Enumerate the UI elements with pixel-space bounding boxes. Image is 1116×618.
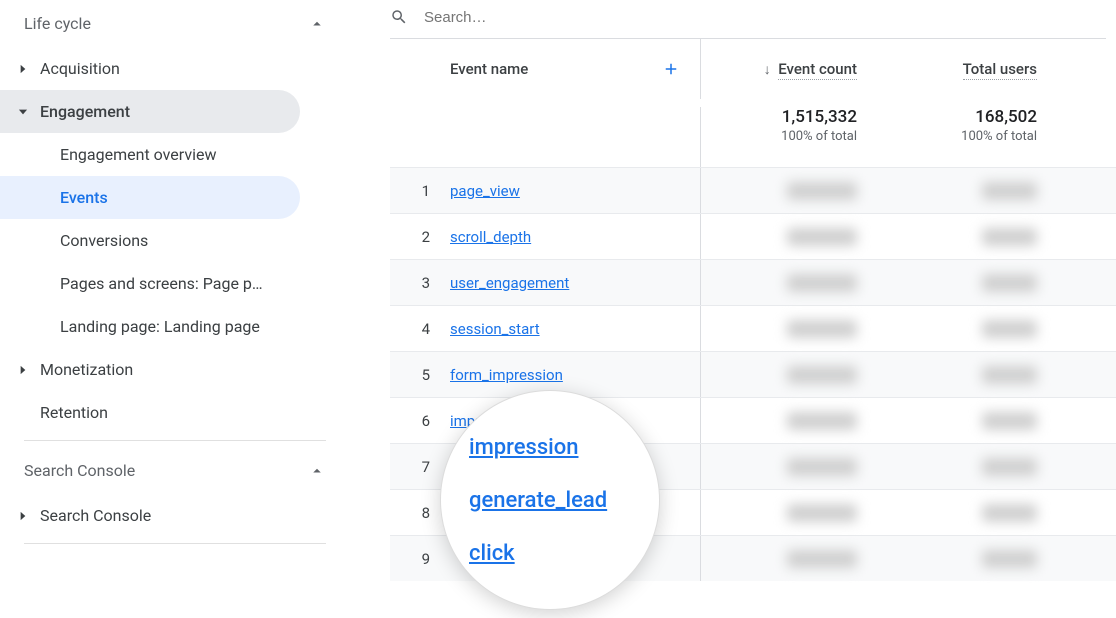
- row-index: 9: [390, 550, 450, 568]
- row-index: 7: [390, 458, 450, 476]
- table-header: Event name ↓ Event count Total users: [390, 39, 1116, 99]
- event-name-link[interactable]: form_impression: [450, 366, 563, 384]
- chevron-up-icon: [308, 462, 326, 480]
- sort-desc-icon: ↓: [764, 62, 771, 78]
- redacted-value: [982, 274, 1037, 292]
- search-icon: [390, 8, 408, 26]
- table-row: 4session_start: [390, 305, 1116, 351]
- redacted-value: [787, 320, 857, 338]
- nav-section-label: Search Console: [24, 461, 135, 480]
- sidebar-item-label: Pages and screens: Page p…: [60, 274, 263, 293]
- redacted-value: [982, 550, 1037, 568]
- caret-right-icon: [16, 363, 40, 377]
- sidebar-item-label: Conversions: [60, 231, 148, 250]
- redacted-value: [982, 412, 1037, 430]
- redacted-value: [787, 228, 857, 246]
- redacted-value: [982, 320, 1037, 338]
- redacted-value: [982, 182, 1037, 200]
- sidebar-item-events[interactable]: Events: [0, 176, 300, 219]
- redacted-value: [787, 366, 857, 384]
- caret-down-icon: [16, 105, 40, 119]
- row-index: 2: [390, 228, 450, 246]
- totals-row: 1,515,332 100% of total 168,502 100% of …: [390, 99, 1116, 167]
- sidebar-item-label: Retention: [40, 403, 108, 422]
- sidebar-item-search-console[interactable]: Search Console: [0, 494, 300, 537]
- divider: [24, 440, 326, 441]
- redacted-value: [787, 274, 857, 292]
- dimension-header: Event name: [450, 60, 528, 78]
- redacted-value: [982, 366, 1037, 384]
- magnifier-overlay: impression generate_lead click: [440, 390, 660, 610]
- redacted-value: [982, 504, 1037, 522]
- event-name-link[interactable]: session_start: [450, 320, 540, 338]
- sidebar-item-pages-screens[interactable]: Pages and screens: Page p…: [0, 262, 300, 305]
- table-row: 3user_engagement: [390, 259, 1116, 305]
- nav-section-life-cycle[interactable]: Life cycle: [0, 0, 350, 47]
- sidebar-item-landing-page[interactable]: Landing page: Landing page: [0, 305, 300, 348]
- magnified-event-link[interactable]: generate_lead: [469, 488, 659, 513]
- total-users: 168,502: [881, 107, 1037, 127]
- total-users-pct: 100% of total: [881, 129, 1037, 144]
- sidebar-item-label: Acquisition: [40, 59, 120, 78]
- search-bar: [390, 0, 1106, 39]
- row-index: 6: [390, 412, 450, 430]
- add-dimension-button[interactable]: [662, 60, 680, 78]
- divider: [24, 543, 326, 544]
- table-row: 2scroll_depth: [390, 213, 1116, 259]
- redacted-value: [982, 228, 1037, 246]
- table-row: 1page_view: [390, 167, 1116, 213]
- event-name-link[interactable]: user_engagement: [450, 274, 569, 292]
- sidebar-item-retention[interactable]: Retention: [0, 391, 300, 434]
- row-index: 5: [390, 366, 450, 384]
- total-event-count-pct: 100% of total: [701, 129, 857, 144]
- redacted-value: [787, 458, 857, 476]
- redacted-value: [787, 182, 857, 200]
- table-row: 5form_impression: [390, 351, 1116, 397]
- redacted-value: [787, 412, 857, 430]
- event-name-link[interactable]: page_view: [450, 182, 520, 200]
- sidebar-item-label: Engagement: [40, 102, 130, 121]
- total-event-count: 1,515,332: [701, 107, 857, 127]
- sidebar-item-monetization[interactable]: Monetization: [0, 348, 300, 391]
- nav-section-label: Life cycle: [24, 14, 91, 33]
- sidebar-item-label: Engagement overview: [60, 145, 217, 164]
- event-name-link[interactable]: scroll_depth: [450, 228, 531, 246]
- sidebar-item-conversions[interactable]: Conversions: [0, 219, 300, 262]
- search-input[interactable]: [424, 9, 724, 26]
- sidebar-item-engagement[interactable]: Engagement: [0, 90, 300, 133]
- caret-right-icon: [16, 62, 40, 76]
- row-index: 1: [390, 182, 450, 200]
- sidebar-item-label: Events: [60, 188, 108, 207]
- redacted-value: [787, 504, 857, 522]
- magnified-event-link[interactable]: impression: [469, 435, 659, 460]
- nav-section-search-console[interactable]: Search Console: [0, 447, 350, 494]
- row-index: 3: [390, 274, 450, 292]
- chevron-up-icon: [308, 15, 326, 33]
- redacted-value: [982, 458, 1037, 476]
- magnified-event-link[interactable]: click: [469, 541, 659, 566]
- redacted-value: [787, 550, 857, 568]
- sidebar-item-engagement-overview[interactable]: Engagement overview: [0, 133, 300, 176]
- sidebar: Life cycle Acquisition Engagement Engage…: [0, 0, 350, 618]
- sidebar-item-acquisition[interactable]: Acquisition: [0, 47, 300, 90]
- row-index: 4: [390, 320, 450, 338]
- sidebar-item-label: Landing page: Landing page: [60, 317, 260, 336]
- sidebar-item-label: Monetization: [40, 360, 133, 379]
- sidebar-item-label: Search Console: [40, 506, 151, 525]
- metric-header-total-users[interactable]: Total users: [881, 60, 1061, 78]
- metric-header-event-count[interactable]: ↓ Event count: [701, 60, 881, 78]
- caret-right-icon: [16, 509, 40, 523]
